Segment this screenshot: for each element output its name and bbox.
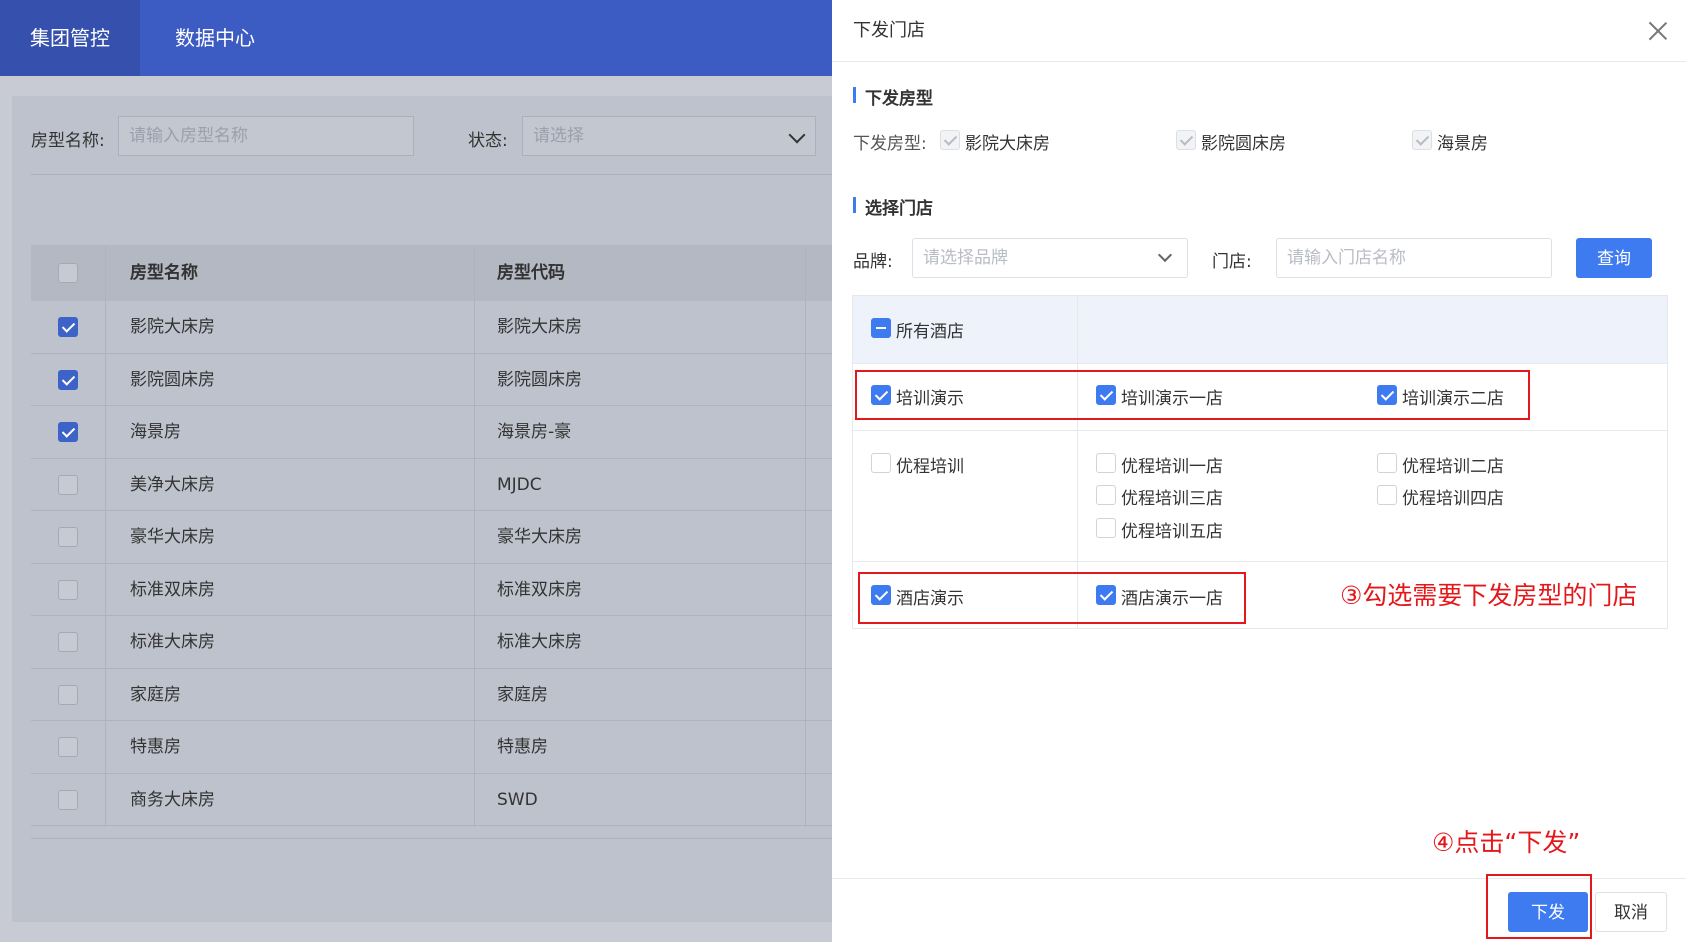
table-row[interactable]: 影院大床房 影院大床房 — [31, 301, 832, 354]
table-row[interactable]: 豪华大床房 豪华大床房 — [31, 511, 832, 564]
store-checkbox[interactable] — [1096, 518, 1116, 538]
table-row[interactable]: 美净大床房 MJDC — [31, 459, 832, 511]
query-button[interactable]: 查询 — [1576, 238, 1652, 278]
table-header: 房型名称 房型代码 — [31, 245, 832, 301]
table-row[interactable]: 影院圆床房 影院圆床房 — [31, 354, 832, 406]
select-all-checkbox[interactable] — [58, 263, 78, 283]
store-name: 优程培训一店 — [1121, 457, 1223, 477]
room-name-label: 房型名称: — [31, 131, 105, 151]
room-type-checkbox — [1412, 130, 1432, 150]
store-checkbox[interactable] — [1377, 485, 1397, 505]
store-checkbox[interactable] — [1377, 453, 1397, 473]
table-row[interactable]: 特惠房 特惠房 — [31, 721, 832, 774]
brand-label: 品牌: — [853, 252, 893, 272]
store-name: 优程培训四店 — [1402, 489, 1504, 509]
row-checkbox[interactable] — [58, 317, 78, 337]
brand-checkbox[interactable] — [871, 453, 891, 473]
room-code-cell: 影院大床房 — [497, 317, 582, 337]
room-name-cell: 影院大床房 — [130, 317, 215, 337]
room-name-cell: 标准双床房 — [130, 579, 215, 600]
row-checkbox[interactable] — [58, 422, 78, 442]
row-checkbox[interactable] — [58, 737, 78, 757]
drawer-title: 下发门店 — [853, 20, 925, 41]
room-types-label: 下发房型: — [853, 134, 927, 154]
close-icon[interactable] — [1647, 20, 1669, 42]
all-hotels-checkbox[interactable] — [871, 318, 891, 338]
store-name: 优程培训三店 — [1121, 489, 1223, 509]
store-name: 优程培训五店 — [1121, 522, 1223, 542]
top-nav-bar: 集团管控 数据中心 — [0, 0, 832, 76]
column-header-room-name: 房型名称 — [130, 263, 198, 283]
brand-name: 优程培训 — [896, 457, 964, 477]
room-code-cell: 豪华大床房 — [497, 527, 582, 547]
room-code-cell: 标准双床房 — [497, 579, 582, 600]
room-type-option: 影院圆床房 — [1201, 134, 1286, 154]
drawer-header-divider — [832, 61, 1686, 62]
section-title-stores: 选择门店 — [853, 194, 933, 219]
room-code-cell: MJDC — [497, 474, 542, 495]
nav-tab-group-control[interactable]: 集团管控 — [0, 0, 140, 76]
all-hotels-row — [853, 296, 1667, 363]
brand-select[interactable]: 请选择品牌 — [912, 238, 1188, 278]
store-name-input[interactable]: 请输入门店名称 — [1276, 238, 1552, 278]
room-type-checkbox — [1176, 130, 1196, 150]
room-type-checkbox — [940, 130, 960, 150]
row-checkbox[interactable] — [58, 579, 78, 600]
room-name-cell: 豪华大床房 — [130, 527, 215, 547]
row-divider — [853, 561, 1667, 562]
row-checkbox[interactable] — [58, 369, 78, 390]
room-code-cell: 特惠房 — [497, 737, 548, 757]
nav-tab-data-center[interactable]: 数据中心 — [150, 0, 280, 76]
room-code-cell: 海景房-豪 — [497, 422, 572, 442]
table-row[interactable]: 海景房 海景房-豪 — [31, 406, 832, 459]
table-row[interactable]: 标准双床房 标准双床房 — [31, 564, 832, 616]
room-code-cell: SWD — [497, 789, 538, 810]
table-row[interactable]: 家庭房 家庭房 — [31, 669, 832, 721]
room-name-cell: 商务大床房 — [130, 789, 215, 810]
room-type-option: 影院大床房 — [965, 134, 1050, 154]
row-divider — [853, 363, 1667, 364]
annotation-step4: ④点击“下发” — [1432, 828, 1581, 857]
table-bottom-border — [31, 838, 832, 839]
section-title-room-types: 下发房型 — [853, 84, 933, 109]
room-type-option: 海景房 — [1437, 134, 1488, 154]
table-row[interactable]: 商务大床房 SWD — [31, 774, 832, 826]
store-name: 优程培训二店 — [1402, 457, 1504, 477]
column-header-room-code: 房型代码 — [497, 263, 565, 283]
room-name-cell: 海景房 — [130, 422, 181, 442]
room-name-cell: 标准大床房 — [130, 632, 215, 652]
store-label: 门店: — [1212, 252, 1252, 272]
row-checkbox[interactable] — [58, 684, 78, 705]
room-code-cell: 标准大床房 — [497, 632, 582, 652]
filter-divider — [31, 174, 832, 175]
row-checkbox[interactable] — [58, 789, 78, 810]
room-name-cell: 家庭房 — [130, 684, 181, 705]
row-checkbox[interactable] — [58, 474, 78, 495]
room-name-input[interactable]: 请输入房型名称 — [118, 116, 414, 156]
row-checkbox[interactable] — [58, 632, 78, 652]
store-checkbox[interactable] — [1096, 485, 1116, 505]
submit-distribute-button[interactable]: 下发 — [1508, 892, 1588, 932]
row-divider — [853, 430, 1667, 431]
room-name-cell: 影院圆床房 — [130, 369, 215, 390]
cancel-button[interactable]: 取消 — [1595, 892, 1667, 932]
room-name-cell: 美净大床房 — [130, 474, 215, 495]
table-row[interactable]: 标准大床房 标准大床房 — [31, 616, 832, 669]
annotation-step3: ③勾选需要下发房型的门店 — [1340, 581, 1638, 610]
room-code-cell: 家庭房 — [497, 684, 548, 705]
row-checkbox[interactable] — [58, 527, 78, 547]
all-hotels-label: 所有酒店 — [896, 322, 964, 342]
highlight-box — [858, 572, 1246, 624]
room-name-cell: 特惠房 — [130, 737, 181, 757]
room-code-cell: 影院圆床房 — [497, 369, 582, 390]
highlight-box — [855, 370, 1530, 420]
store-checkbox[interactable] — [1096, 453, 1116, 473]
status-select[interactable]: 请选择 — [522, 116, 816, 156]
status-label: 状态: — [468, 131, 508, 151]
